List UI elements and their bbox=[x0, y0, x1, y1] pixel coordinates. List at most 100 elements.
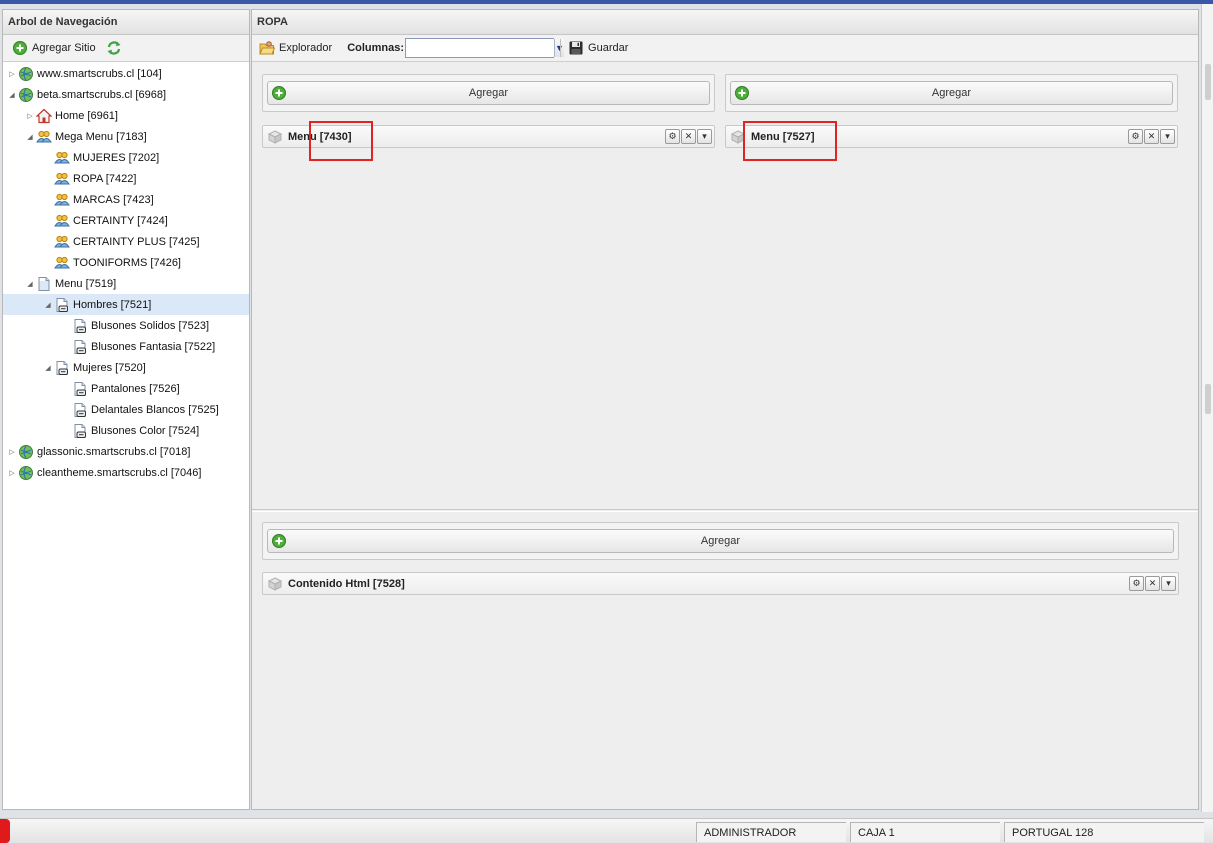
tree-node-label: Blusones Solidos [7523] bbox=[91, 319, 210, 332]
refresh-button[interactable] bbox=[103, 37, 125, 59]
tree-node[interactable]: Delantales Blancos [7525] bbox=[3, 399, 249, 420]
layout-toolbar: Explorador Columnas: ▼ Guardar bbox=[252, 35, 1198, 62]
link-page-icon bbox=[74, 402, 86, 417]
user-group-icon bbox=[54, 151, 70, 163]
tree-node[interactable]: ◢ Mujeres [7520] bbox=[3, 357, 249, 378]
cube-icon bbox=[267, 576, 283, 591]
link-page-icon bbox=[74, 423, 86, 438]
expand-arrow-icon[interactable]: ▷ bbox=[7, 468, 17, 478]
widget-menu-button[interactable]: ▾ bbox=[1161, 576, 1176, 591]
tree-node[interactable]: ◢ Mega Menu [7183] bbox=[3, 126, 249, 147]
page-layout-title: ROPA bbox=[252, 10, 1198, 35]
widget-html-content[interactable]: Contenido Html [7528] ⚙ ✕ ▾ bbox=[262, 572, 1179, 595]
widget-close-button[interactable]: ✕ bbox=[681, 129, 696, 144]
add-widget-button-right[interactable]: Agregar bbox=[730, 81, 1173, 105]
scrollbar-thumb[interactable] bbox=[1205, 64, 1211, 100]
user-group-icon bbox=[36, 130, 52, 142]
page-layout-panel: ROPA Explorador Columnas: ▼ Gua bbox=[251, 9, 1199, 810]
toolbar-separator bbox=[560, 39, 562, 57]
notification-tab[interactable] bbox=[0, 819, 10, 843]
tree-node[interactable]: MARCAS [7423] bbox=[3, 189, 249, 210]
tree-node[interactable]: ▷ glassonic.smartscrubs.cl [7018] bbox=[3, 441, 249, 462]
tree-node[interactable]: ▷ www.smartscrubs.cl [104] bbox=[3, 63, 249, 84]
explorer-button[interactable]: Explorador bbox=[256, 37, 335, 59]
columns-label: Columnas: bbox=[347, 42, 405, 54]
user-group-icon bbox=[54, 193, 70, 205]
widget-close-button[interactable]: ✕ bbox=[1145, 576, 1160, 591]
columns-combobox[interactable]: ▼ bbox=[405, 38, 564, 58]
outer-scrollbar[interactable] bbox=[1201, 4, 1213, 812]
page-icon bbox=[38, 276, 50, 291]
tree-node[interactable]: MUJERES [7202] bbox=[3, 147, 249, 168]
add-widget-button-bottom[interactable]: Agregar bbox=[267, 529, 1174, 553]
widget-tools: ⚙ ✕ ▾ bbox=[1129, 576, 1176, 591]
tree-node[interactable]: CERTAINTY [7424] bbox=[3, 210, 249, 231]
tree-node-label: Delantales Blancos [7525] bbox=[91, 403, 219, 416]
tree-node-label: MUJERES [7202] bbox=[73, 151, 160, 164]
widget-settings-button[interactable]: ⚙ bbox=[1128, 129, 1143, 144]
tree-node[interactable]: Blusones Color [7524] bbox=[3, 420, 249, 441]
tree-node[interactable]: ▷ Home [6961] bbox=[3, 105, 249, 126]
tree-node[interactable]: ROPA [7422] bbox=[3, 168, 249, 189]
tree-node-label: MARCAS [7423] bbox=[73, 193, 154, 206]
tree-node[interactable]: Blusones Fantasia [7522] bbox=[3, 336, 249, 357]
save-button[interactable]: Guardar bbox=[565, 37, 631, 59]
tree-node[interactable]: ▷ cleantheme.smartscrubs.cl [7046] bbox=[3, 462, 249, 483]
tree-node[interactable]: Blusones Solidos [7523] bbox=[3, 315, 249, 336]
tree-node[interactable]: Pantalones [7526] bbox=[3, 378, 249, 399]
collapse-arrow-icon[interactable]: ◢ bbox=[43, 363, 53, 373]
expand-arrow-icon[interactable]: ▷ bbox=[25, 111, 35, 121]
tree-node[interactable]: CERTAINTY PLUS [7425] bbox=[3, 231, 249, 252]
annotation-highlight-left bbox=[309, 121, 373, 161]
column-left-add-area: Agregar bbox=[262, 74, 715, 112]
add-site-button[interactable]: Agregar Sitio bbox=[9, 37, 99, 59]
collapse-arrow-icon[interactable]: ◢ bbox=[25, 132, 35, 142]
tree-node[interactable]: ◢ Menu [7519] bbox=[3, 273, 249, 294]
collapse-arrow-icon[interactable]: ◢ bbox=[25, 279, 35, 289]
user-group-icon bbox=[54, 214, 70, 226]
add-circle-icon bbox=[13, 41, 27, 55]
home-icon bbox=[36, 108, 52, 123]
navigation-toolbar: Agregar Sitio bbox=[3, 35, 249, 62]
widget-menu-button[interactable]: ▾ bbox=[697, 129, 712, 144]
scrollbar-thumb-lower[interactable] bbox=[1205, 384, 1211, 414]
collapse-arrow-icon[interactable]: ◢ bbox=[7, 90, 17, 100]
add-widget-label: Agregar bbox=[468, 87, 509, 99]
collapse-arrow-icon[interactable]: ◢ bbox=[43, 300, 53, 310]
expand-arrow-icon[interactable]: ▷ bbox=[7, 447, 17, 457]
tree-node[interactable]: ◢ Hombres [7521] bbox=[3, 294, 249, 315]
widget-menu-button[interactable]: ▾ bbox=[1160, 129, 1175, 144]
widget-settings-button[interactable]: ⚙ bbox=[665, 129, 680, 144]
columns-dropdown-trigger[interactable]: ▼ bbox=[554, 39, 564, 57]
widget-title: Contenido Html [7528] bbox=[288, 577, 405, 590]
save-disk-icon bbox=[569, 41, 583, 55]
navigation-tree: ▷ www.smartscrubs.cl [104] ◢ beta.smartscru… bbox=[3, 62, 249, 483]
user-group-icon bbox=[54, 172, 70, 184]
navigation-tree-title: Arbol de Navegación bbox=[3, 10, 249, 35]
cube-icon bbox=[267, 129, 283, 144]
add-circle-icon bbox=[272, 534, 286, 548]
columns-input[interactable] bbox=[406, 39, 555, 57]
chevron-down-icon: ▾ bbox=[702, 131, 707, 141]
tree-node-label: CERTAINTY [7424] bbox=[73, 214, 168, 227]
widget-close-button[interactable]: ✕ bbox=[1144, 129, 1159, 144]
tree-node-label: TOONIFORMS [7426] bbox=[73, 256, 181, 269]
tree-node-label: Mujeres [7520] bbox=[73, 361, 146, 374]
chevron-down-icon: ▾ bbox=[1165, 131, 1170, 141]
tree-node-label: Home [6961] bbox=[55, 109, 118, 122]
widget-settings-button[interactable]: ⚙ bbox=[1129, 576, 1144, 591]
status-user: ADMINISTRADOR bbox=[696, 822, 846, 842]
status-location: PORTUGAL 128 bbox=[1004, 822, 1204, 842]
tree-node[interactable]: ◢ beta.smartscrubs.cl [6968] bbox=[3, 84, 249, 105]
tree-node-label: CERTAINTY PLUS [7425] bbox=[73, 235, 200, 248]
tree-node[interactable]: TOONIFORMS [7426] bbox=[3, 252, 249, 273]
tree-node-label: Blusones Fantasia [7522] bbox=[91, 340, 216, 353]
add-widget-button-left[interactable]: Agregar bbox=[267, 81, 710, 105]
column-right-add-area: Agregar bbox=[725, 74, 1178, 112]
expand-arrow-icon[interactable]: ▷ bbox=[7, 69, 17, 79]
